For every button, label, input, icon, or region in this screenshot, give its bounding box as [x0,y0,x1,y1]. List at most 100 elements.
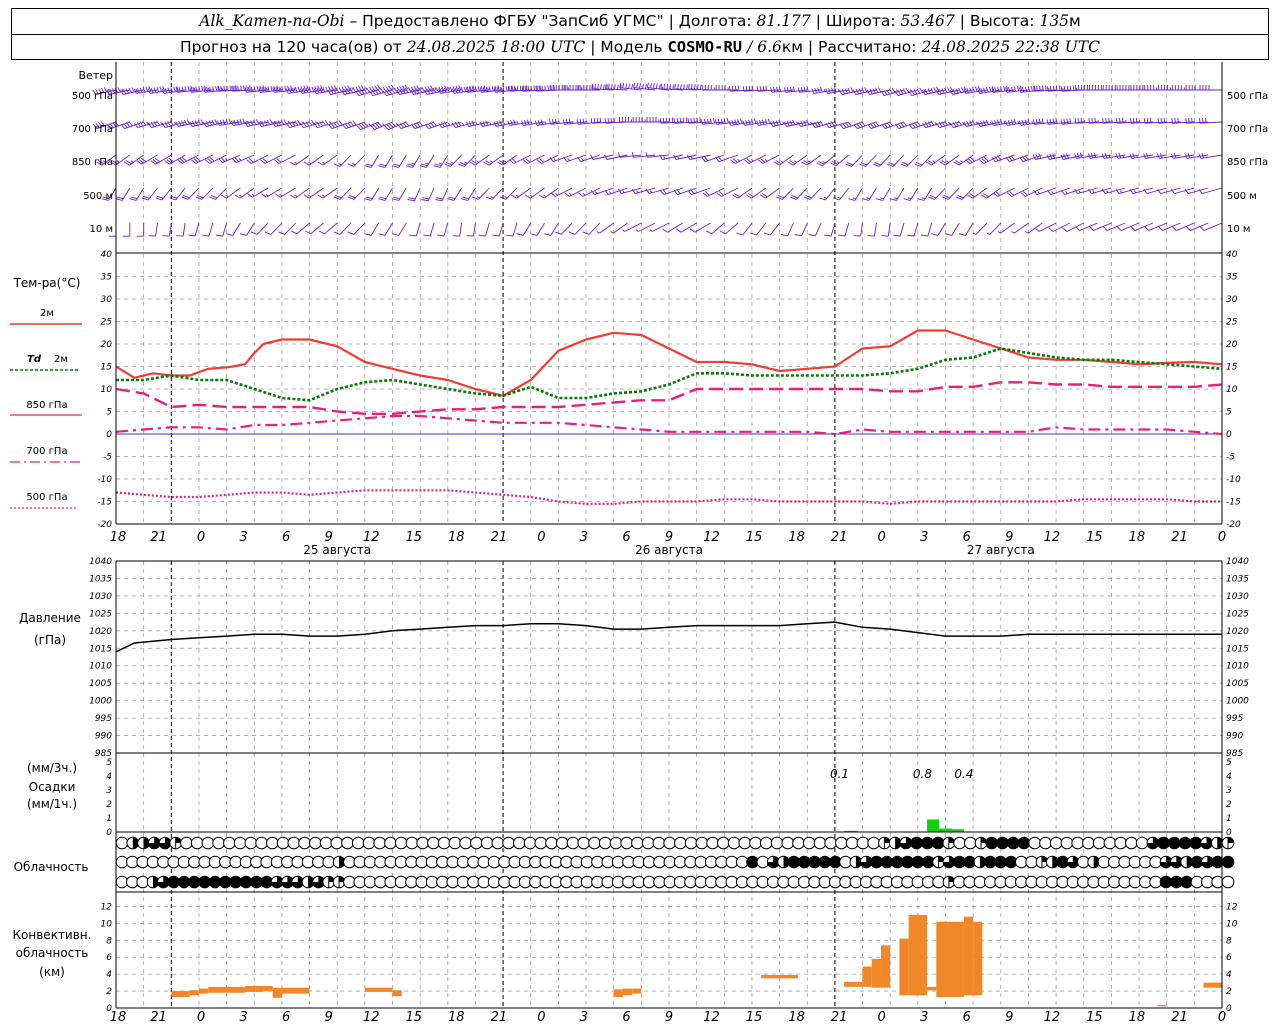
wind-barb-2-21 [392,154,407,168]
cloud-cell-0-85 [1028,836,1042,850]
wind-barb-4-5 [176,222,186,237]
cloud-cell-0-83 [1006,836,1020,850]
wind-barb-2-10 [231,154,255,164]
cloud-circle [1103,836,1117,850]
wind-barb-3-45 [716,187,739,197]
wind-barb-0-33 [549,85,573,91]
wind-level-850hpa: 850 гПа [72,157,113,168]
time-tick-upper-19: 3 [920,530,928,545]
temp-ytick-left-5: 5 [106,408,112,418]
wind-barb-0-64 [977,86,1001,94]
lat-label: Широта: [825,12,896,30]
time-tick-lower-24: 18 [1129,1010,1146,1024]
forecast-label: Прогноз на 120 часа(ов) от [180,38,402,56]
wind-barb-3-70 [1060,187,1084,196]
time-tick-lower-8: 18 [448,1010,465,1024]
conv-bar-25 [1157,1005,1167,1007]
pres-ytick-right-1000: 1000 [1226,697,1249,707]
cloud-cell-0-12 [244,836,258,850]
lon-label: Долгота: [678,12,752,30]
temp-ytick-left-20: 20 [101,340,113,350]
wind-barb-3-24 [435,187,449,202]
conv-ytick-right-2: 2 [1226,987,1232,997]
wind-barb-1-78 [1171,117,1195,124]
wind-barb-3-66 [1006,187,1029,197]
cloud-cell-0-26 [394,836,408,850]
wind-barb-4-10 [239,222,255,236]
cloud-circle [867,836,880,850]
conv-ytick-right-8: 8 [1226,936,1232,946]
cloud-circle [427,836,440,850]
header-line-1: Alk_Kamen-na-Obi – Предоставлено ФГБУ "З… [12,9,1268,35]
wind-barb-0-37 [605,83,628,91]
wind-barb-4-35 [582,222,601,235]
wind-barb-3-50 [790,187,808,200]
wind-barb-4-26 [466,222,476,237]
time-tick-upper-22: 12 [1044,530,1061,545]
cloud-circle [749,836,762,850]
wind-barb-1-77 [1157,117,1181,124]
cloud-cell-0-92 [1103,836,1117,850]
cloud-circle [1071,836,1084,850]
cloud-cell-0-9 [212,836,225,850]
conv-title-1: Конвективн. [13,928,92,942]
time-tick-lower-7: 15 [405,1010,422,1024]
cloud-fill [1168,837,1181,849]
wind-barb-4-57 [893,222,905,237]
wind-barb-4-59 [920,222,933,237]
wind-barb-0-76 [1144,85,1167,91]
wind-barb-2-12 [260,154,283,164]
cloud-circle [566,836,580,850]
time-tick-lower-14: 12 [703,1010,720,1024]
wind-barb-1-40 [646,117,669,123]
prec-ytick-right-3: 3 [1226,786,1232,796]
precip-label-2: 0.4 [954,767,973,781]
lat-value: 53.467 [900,12,955,30]
prec-ytick-left-5: 5 [106,758,112,768]
wind-barb-4-74 [1116,222,1140,232]
wind-barb-3-8 [209,187,227,200]
pres-ytick-right-1005: 1005 [1226,679,1249,689]
wind-barb-0-68 [1033,85,1057,92]
wind-barb-0-77 [1158,85,1181,91]
wind-barb-2-57 [886,154,905,167]
wind-barb-3-55 [862,187,877,201]
wind-barb-3-23 [421,187,435,202]
pres-ytick-right-1040: 1040 [1226,557,1249,567]
time-tick-upper-8: 18 [448,530,465,545]
cloud-cell-0-57 [727,836,741,850]
pres-ytick-left-1040: 1040 [89,557,112,567]
cloud-circle [717,836,730,850]
cloud-cell-0-18 [308,836,322,850]
header-line-2: Прогноз на 120 часа(ов) от 24.08.2025 18… [180,38,1100,56]
wind-barb-3-49 [776,187,794,200]
time-tick-upper-25: 21 [1171,530,1188,545]
cloud-circle [1125,836,1138,850]
prec-ytick-right-2: 2 [1226,800,1232,810]
time-tick-upper-11: 3 [580,530,588,545]
wind-barb-4-72 [1089,222,1112,232]
cloud-cell-2-107 [1221,875,1235,889]
cloud-circle [319,836,333,850]
wind-barb-2-55 [859,154,877,167]
cloud-cell-0-63 [792,836,805,850]
cloud-cell-0-44 [588,836,601,850]
prec-ytick-left-3: 3 [106,786,112,796]
pres-ytick-left-995: 995 [95,714,112,724]
wind-barb-2-17 [333,154,352,167]
time-tick-lower-15: 15 [746,1010,763,1024]
pres-ytick-left-1015: 1015 [89,644,112,654]
conv-ytick-right-0: 0 [1226,1004,1232,1014]
wind-barb-3-21 [392,187,407,201]
time-tick-lower-10: 0 [537,1010,545,1024]
wind-barb-2-40 [645,152,670,158]
legend-t700-label: 700 гПа [26,446,67,457]
wind-barb-4-51 [808,222,822,237]
time-tick-lower-17: 21 [831,1010,848,1024]
cloud-panel [115,836,1235,889]
precip-unit-bottom: (мм/1ч.) [27,797,77,811]
cloud-circle [802,836,816,850]
cloud-cell-0-103 [1221,836,1235,850]
wind-barb-4-9 [226,222,241,236]
series-t2m [115,329,1223,397]
